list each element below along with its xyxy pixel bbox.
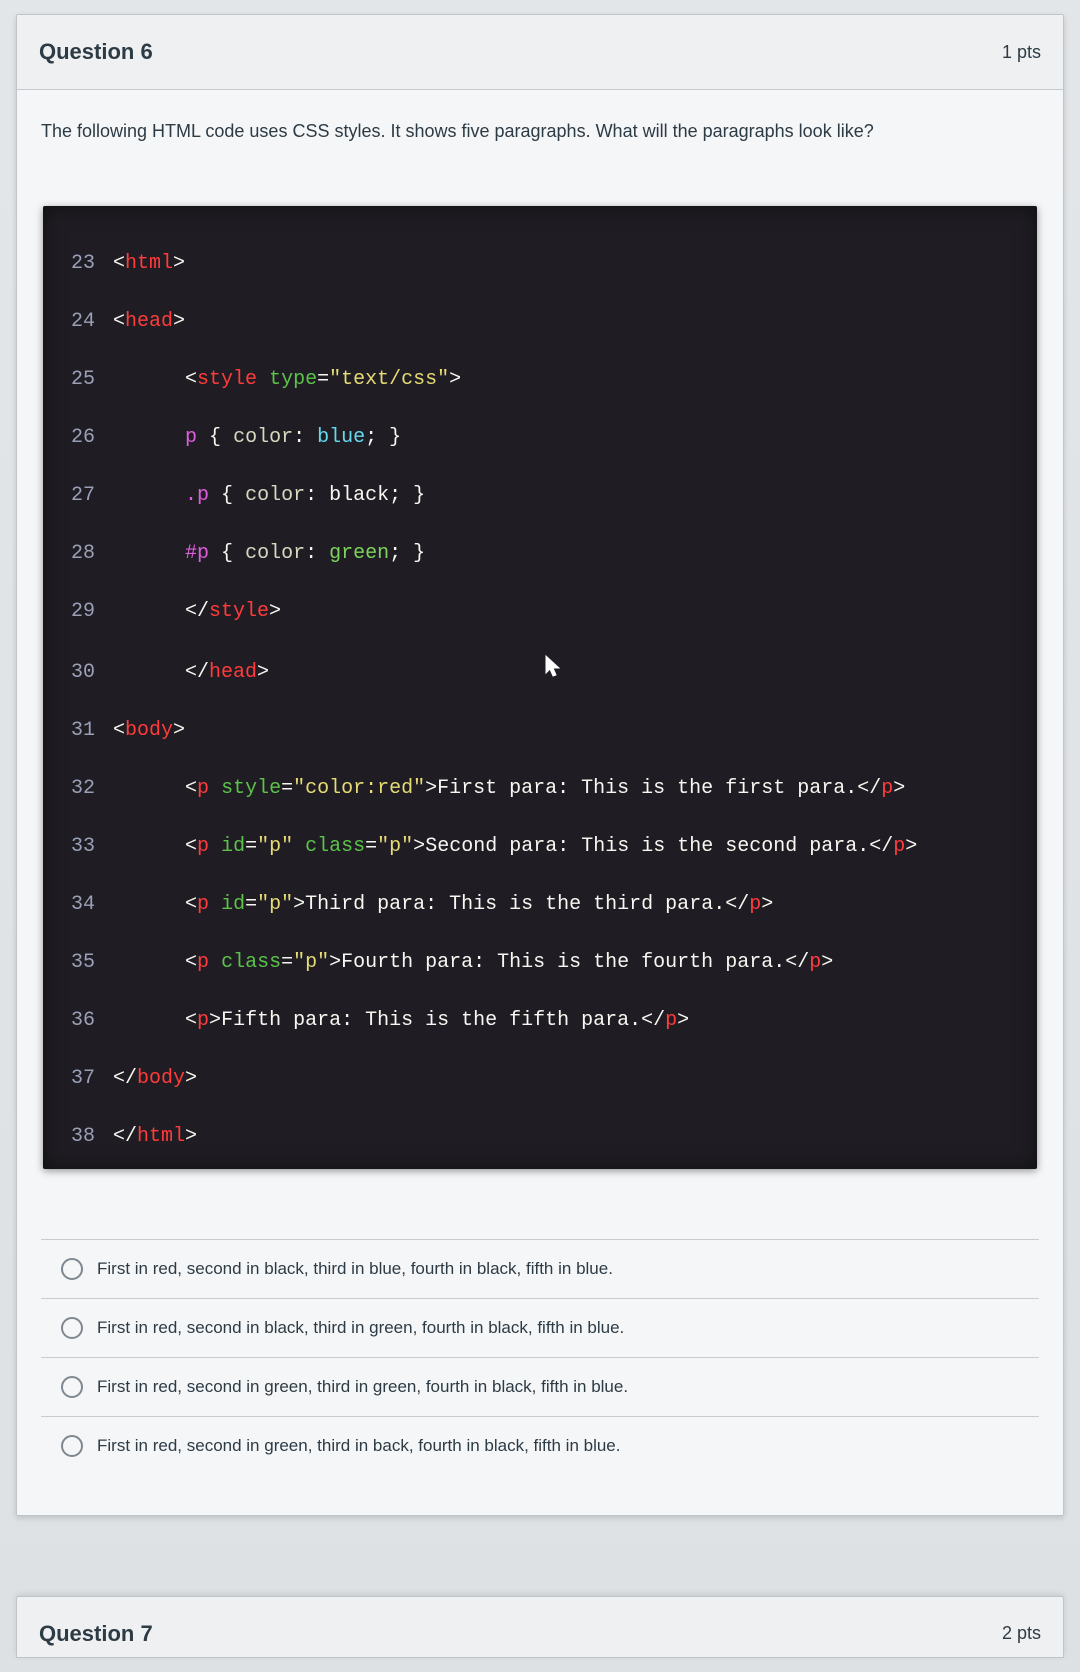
answer-option-4-label: First in red, second in green, third in … [97, 1436, 621, 1456]
question-6-header: Question 6 1 pts [17, 15, 1063, 90]
question-7-title: Question 7 [39, 1621, 153, 1647]
radio-icon[interactable] [61, 1317, 83, 1339]
question-6-prompt: The following HTML code uses CSS styles.… [41, 118, 1039, 146]
answer-option-3[interactable]: First in red, second in green, third in … [41, 1358, 1039, 1417]
answer-option-2-label: First in red, second in black, third in … [97, 1318, 624, 1338]
answer-option-3-label: First in red, second in green, third in … [97, 1377, 628, 1397]
cursor-icon [545, 655, 561, 677]
question-6-body: The following HTML code uses CSS styles.… [17, 90, 1063, 1515]
question-6-points: 1 pts [1002, 42, 1041, 63]
answer-option-2[interactable]: First in red, second in black, third in … [41, 1299, 1039, 1358]
question-6-card: Question 6 1 pts The following HTML code… [16, 14, 1064, 1516]
question-7-points: 2 pts [1002, 1623, 1041, 1644]
answer-option-1-label: First in red, second in black, third in … [97, 1259, 613, 1279]
answer-list: First in red, second in black, third in … [41, 1239, 1039, 1475]
radio-icon[interactable] [61, 1435, 83, 1457]
answer-option-4[interactable]: First in red, second in green, third in … [41, 1417, 1039, 1475]
question-6-title: Question 6 [39, 39, 153, 65]
question-7-header: Question 7 2 pts [16, 1596, 1064, 1658]
radio-icon[interactable] [61, 1376, 83, 1398]
quiz-page: Question 6 1 pts The following HTML code… [0, 0, 1080, 1672]
radio-icon[interactable] [61, 1258, 83, 1280]
answer-option-1[interactable]: First in red, second in black, third in … [41, 1240, 1039, 1299]
code-snippet: 23<html> 24<head> 25 <style type="text/c… [43, 206, 1037, 1169]
